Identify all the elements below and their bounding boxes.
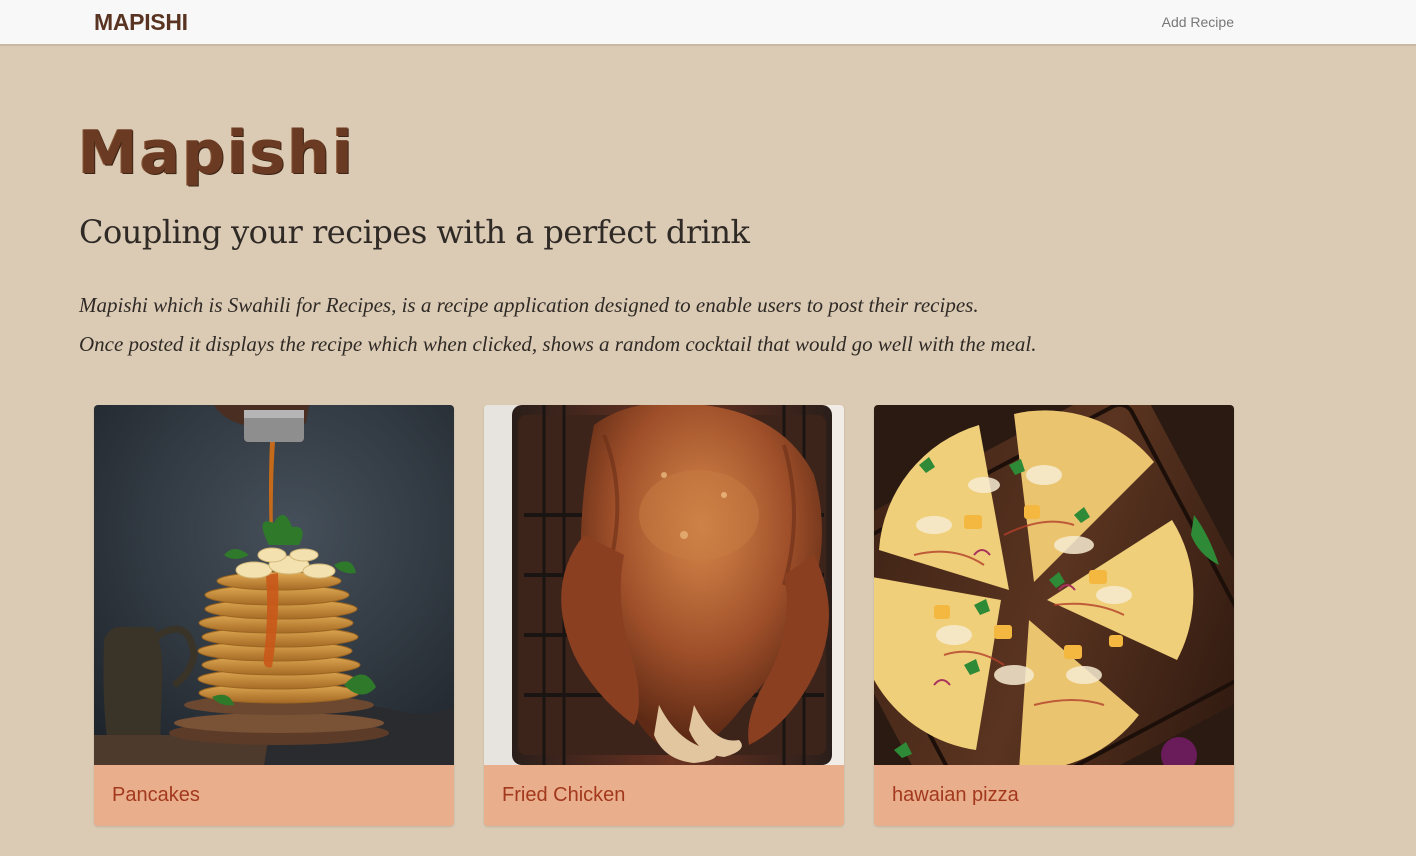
pizza-image <box>874 405 1234 765</box>
add-recipe-link[interactable]: Add Recipe <box>1162 14 1234 30</box>
top-navbar: MAPISHI Add Recipe <box>0 0 1416 46</box>
description-line: Mapishi which is Swahili for Recipes, is… <box>79 293 979 317</box>
hero-tagline: Coupling your recipes with a perfect dri… <box>79 213 750 251</box>
description-line: Once posted it displays the recipe which… <box>79 332 1037 356</box>
pancakes-image <box>94 405 454 765</box>
fried-chicken-image <box>484 405 844 765</box>
brand-link[interactable]: MAPISHI <box>94 9 188 36</box>
recipe-card-title: Pancakes <box>112 784 200 806</box>
recipe-card-title: hawaian pizza <box>892 784 1019 806</box>
hero-description: Mapishi which is Swahili for Recipes, is… <box>79 286 1037 364</box>
recipe-card-hawaian-pizza[interactable]: hawaian pizza <box>874 405 1234 826</box>
recipe-card-title: Fried Chicken <box>502 784 626 806</box>
recipe-card-fried-chicken[interactable]: Fried Chicken <box>484 405 844 826</box>
recipe-card-pancakes[interactable]: Pancakes <box>94 405 454 826</box>
hero-title: Mapishi <box>78 118 355 188</box>
